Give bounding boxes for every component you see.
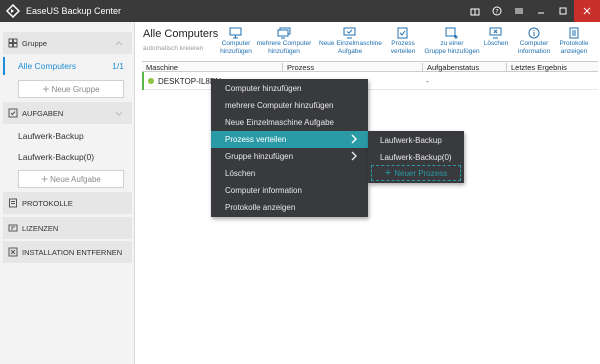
submenu: Laufwerk-Backup Laufwerk-Backup(0) + Neu… — [368, 131, 464, 183]
chevron-right-icon — [351, 134, 357, 144]
add-multiple-computers-button[interactable]: mehrere Computer hinzufügen — [256, 27, 312, 55]
task-monitor-icon — [343, 27, 356, 39]
delete-label: Löschen — [483, 40, 509, 47]
menu-item-delete[interactable]: Löschen — [211, 165, 368, 182]
add-to-group-label: zu einer Gruppe hinzufügen — [424, 40, 480, 55]
column-header-process[interactable]: Prozess — [282, 63, 314, 72]
distribute-process-label: Prozess verteilen — [390, 40, 416, 55]
uninstall-icon — [8, 247, 18, 257]
menu-item-computer-information[interactable]: Computer information — [211, 182, 368, 199]
new-group-button[interactable]: + Neue Gruppe — [18, 80, 124, 98]
distribute-icon — [397, 27, 408, 39]
delete-button[interactable]: Löschen — [482, 27, 510, 48]
add-multiple-computers-label: mehrere Computer hinzufügen — [256, 40, 312, 55]
page-subtitle[interactable]: automatisch kreieren — [143, 45, 203, 52]
group-section-header[interactable]: Gruppe — [3, 32, 132, 54]
svg-text:?: ? — [495, 9, 498, 16]
submenu-item-task[interactable]: Laufwerk-Backup — [368, 132, 464, 149]
online-status-icon — [148, 78, 154, 84]
row-selection-marker — [142, 72, 144, 90]
add-computer-label: Computer hinzufügen — [220, 40, 252, 55]
column-header-machine[interactable]: Maschine — [142, 63, 178, 72]
menu-item-add-computer[interactable]: Computer hinzufügen — [211, 80, 368, 97]
info-icon — [528, 27, 540, 39]
sidebar-item-protocols[interactable]: PROTOKOLLE — [3, 192, 132, 214]
group-icon — [8, 38, 18, 48]
menu-icon[interactable] — [508, 0, 530, 22]
table-header: Maschine Prozess Aufgabenstatus Letztes … — [142, 61, 598, 72]
gift-icon[interactable] — [464, 0, 486, 22]
help-icon[interactable]: ? — [486, 0, 508, 22]
sidebar-item-all-computers[interactable]: Alle Computers — [18, 61, 76, 71]
chevron-down-icon — [115, 111, 123, 116]
app-logo-icon — [6, 4, 20, 18]
new-single-task-label: Neue Einzelmaschine Aufgabe — [319, 40, 382, 55]
document-icon — [569, 27, 579, 39]
app-title: EaseUS Backup Center — [26, 6, 122, 16]
tasks-icon — [8, 108, 18, 118]
column-header-status[interactable]: Aufgabenstatus — [422, 63, 479, 72]
show-protocols-button[interactable]: Protokolle anzeigen — [556, 27, 592, 55]
tasks-section-header[interactable]: AUFGABEN — [3, 102, 132, 124]
licenses-label: LIZENZEN — [22, 223, 59, 233]
close-icon[interactable] — [574, 0, 600, 22]
sidebar-item-licenses[interactable]: LIZENZEN — [3, 217, 132, 239]
column-header-last-result[interactable]: Letztes Ergebnis — [506, 63, 567, 72]
add-to-group-button[interactable]: zu einer Gruppe hinzufügen — [421, 27, 483, 55]
tasks-section-label: AUFGABEN — [22, 108, 64, 118]
menu-item-label: Prozess verteilen — [225, 135, 287, 144]
menu-item-show-protocols[interactable]: Protokolle anzeigen — [211, 199, 368, 216]
group-section-label: Gruppe — [22, 38, 48, 48]
sidebar-item-uninstall[interactable]: INSTALLATION ENTFERNEN — [3, 241, 132, 263]
sidebar-item-task[interactable]: Laufwerk-Backup(0) — [18, 152, 94, 162]
plus-icon: + — [41, 172, 49, 186]
monitors-add-icon — [277, 27, 291, 39]
task-status: - — [426, 77, 429, 86]
menu-item-label: Gruppe hinzufügen — [225, 152, 294, 161]
new-task-label: Neue Aufgabe — [50, 174, 101, 184]
group-add-icon — [445, 27, 458, 39]
delete-monitor-icon — [489, 27, 502, 39]
active-indicator — [3, 57, 5, 75]
uninstall-label: INSTALLATION ENTFERNEN — [22, 247, 123, 257]
sidebar-item-task[interactable]: Laufwerk-Backup — [18, 131, 84, 141]
menu-item-distribute-process[interactable]: Prozess verteilen — [211, 131, 368, 148]
monitor-add-icon — [229, 27, 242, 39]
computer-information-label: Computer information — [517, 40, 551, 55]
new-task-button[interactable]: + Neue Aufgabe — [18, 170, 124, 188]
new-process-button[interactable]: + Neuer Prozess — [371, 165, 461, 181]
maximize-icon[interactable] — [552, 0, 574, 22]
submenu-item-task[interactable]: Laufwerk-Backup(0) — [368, 149, 464, 166]
add-computer-button[interactable]: Computer hinzufügen — [216, 27, 256, 55]
protocols-label: PROTOKOLLE — [22, 198, 73, 208]
minimize-icon[interactable] — [530, 0, 552, 22]
license-icon — [8, 224, 18, 232]
distribute-process-button[interactable]: Prozess verteilen — [389, 27, 417, 55]
show-protocols-label: Protokolle anzeigen — [559, 40, 589, 55]
menu-item-add-group[interactable]: Gruppe hinzufügen — [211, 148, 368, 165]
plus-icon: + — [384, 167, 392, 179]
new-single-task-button[interactable]: Neue Einzelmaschine Aufgabe — [319, 27, 382, 55]
protocol-icon — [9, 198, 17, 208]
menu-item-add-multiple-computers[interactable]: mehrere Computer hinzufügen — [211, 97, 368, 114]
title-bar: EaseUS Backup Center ? — [0, 0, 600, 22]
all-computers-count: 1/1 — [112, 61, 124, 71]
plus-icon: + — [42, 82, 50, 96]
computer-information-button[interactable]: Computer information — [514, 27, 554, 55]
new-process-label: Neuer Prozess — [394, 168, 448, 178]
sidebar: Gruppe Alle Computers 1/1 + Neue Gruppe … — [0, 22, 135, 364]
new-group-label: Neue Gruppe — [51, 84, 100, 94]
chevron-right-icon — [351, 151, 357, 161]
chevron-up-icon — [115, 41, 123, 46]
main-panel: Alle Computers automatisch kreieren Comp… — [136, 22, 600, 364]
menu-item-new-single-task[interactable]: Neue Einzelmaschine Aufgabe — [211, 114, 368, 131]
page-title: Alle Computers — [143, 28, 219, 40]
context-menu: Computer hinzufügen mehrere Computer hin… — [211, 79, 368, 217]
